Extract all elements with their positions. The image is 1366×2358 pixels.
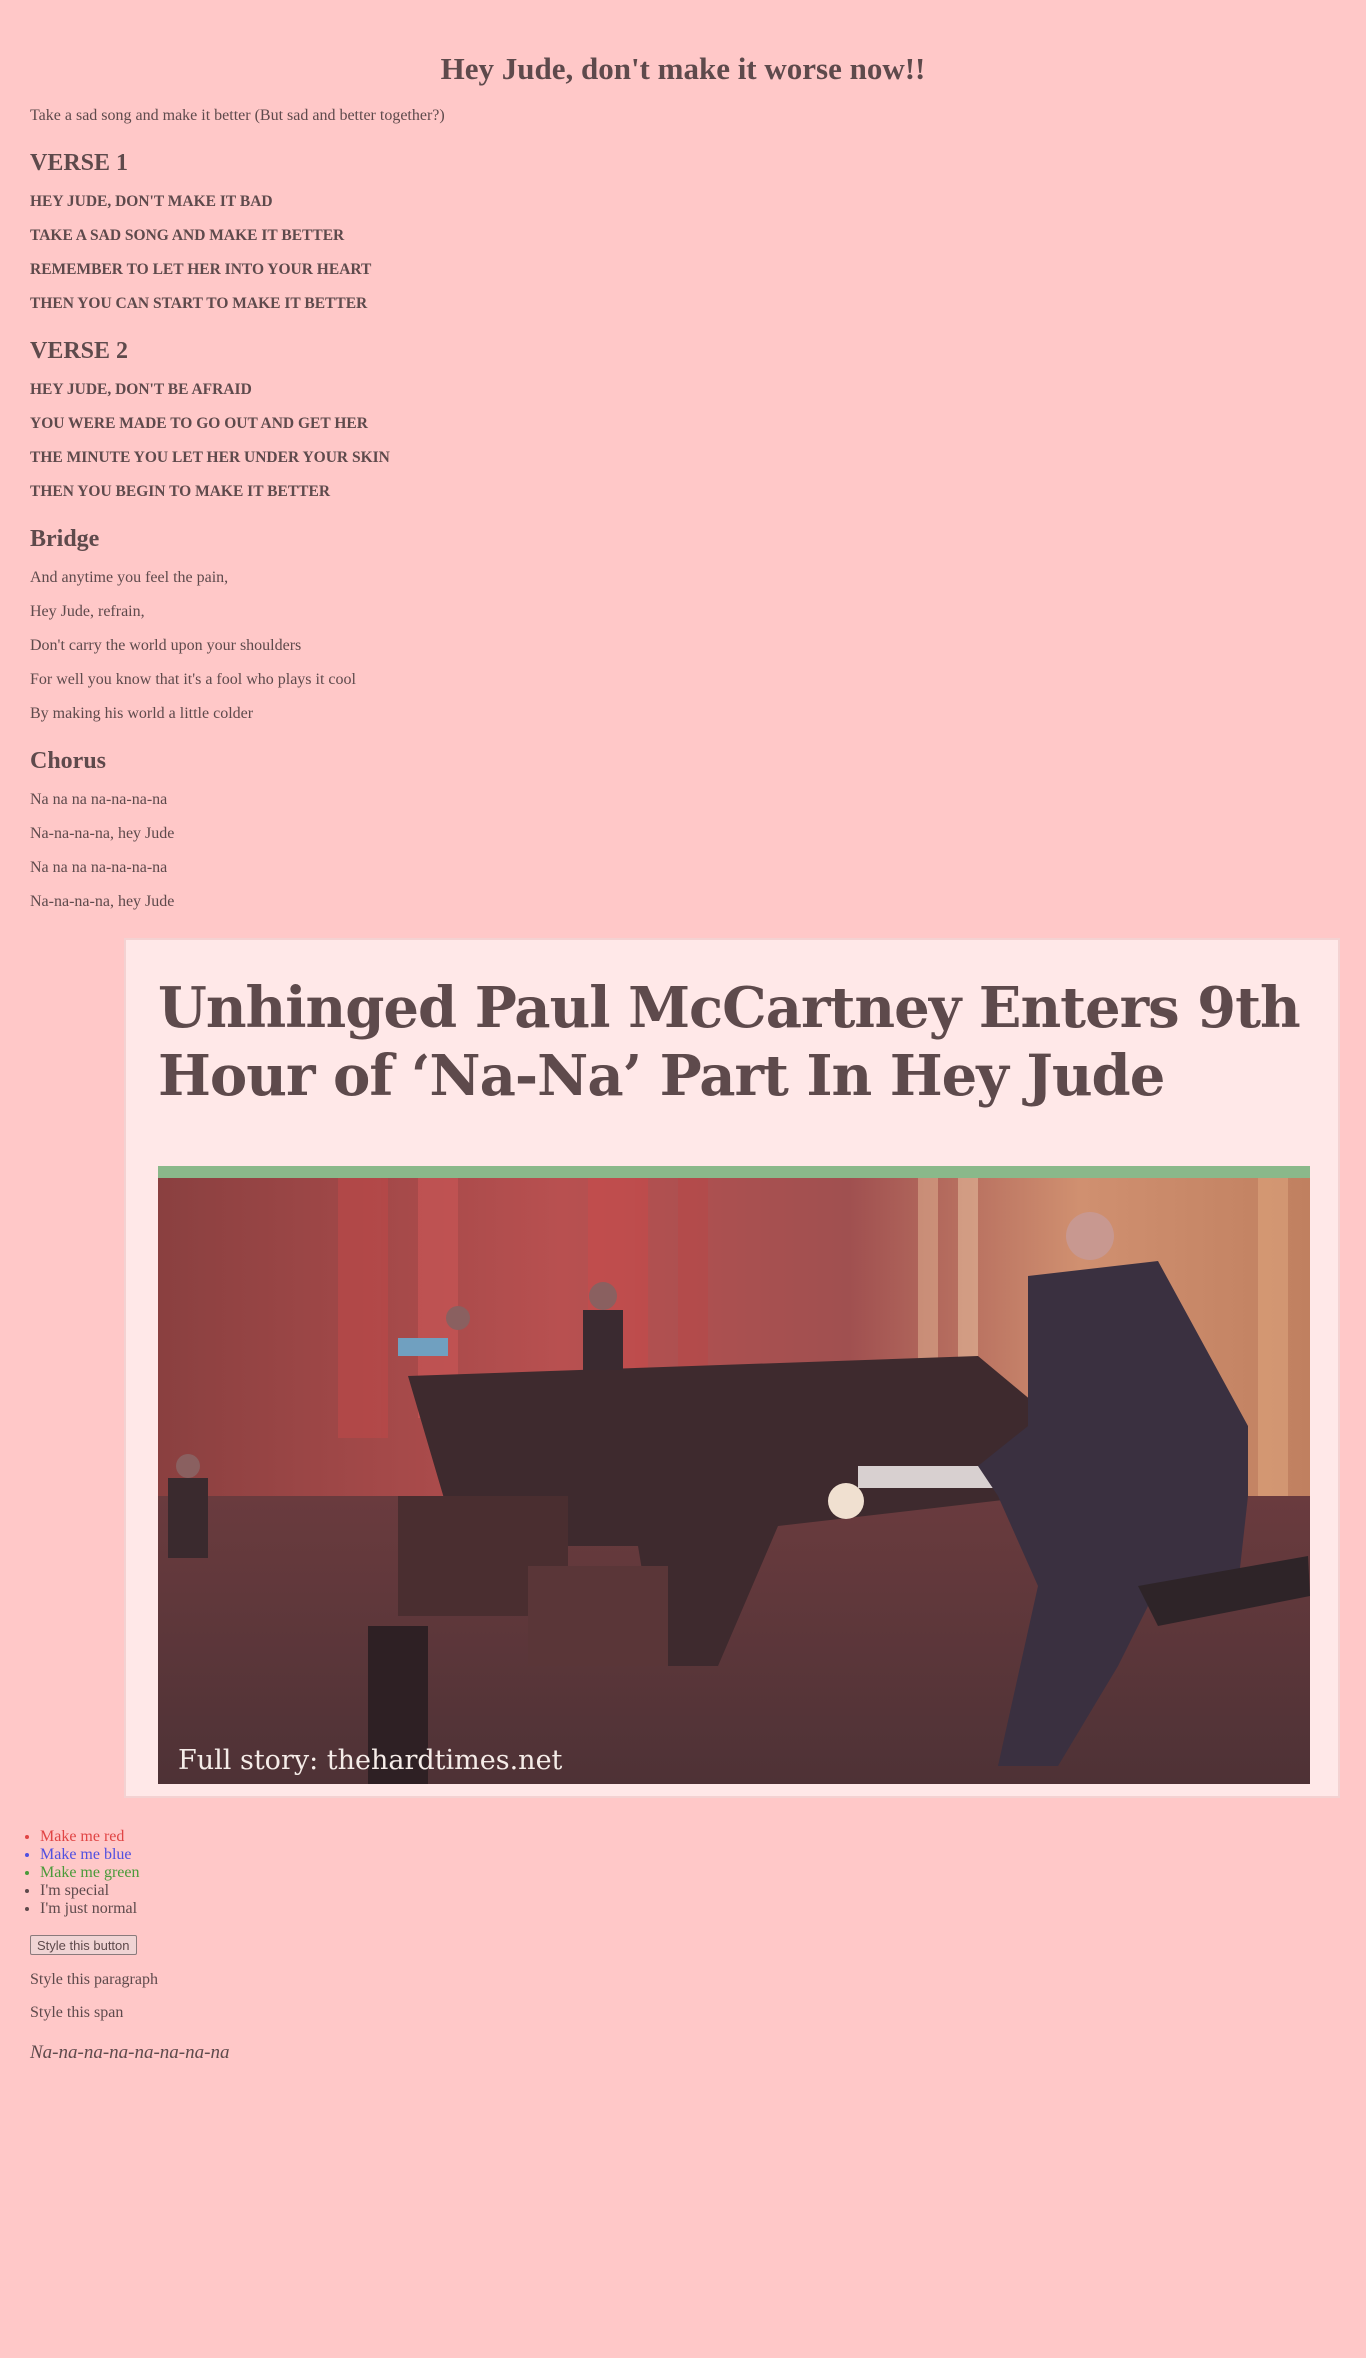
lyric-line: HEY JUDE, DON'T BE AFRAID xyxy=(30,381,252,398)
list-item-green: Make me green xyxy=(40,1864,140,1882)
style-paragraph: Style this paragraph xyxy=(30,1971,158,1988)
lyric-line: TAKE A SAD SONG AND MAKE IT BETTER xyxy=(30,227,345,244)
lyric-line: Na-na-na-na, hey Jude xyxy=(30,825,175,842)
nana-italic-text: Na-na-na-na-na-na-na-na xyxy=(30,2042,230,2063)
lyric-line: Don't carry the world upon your shoulder… xyxy=(30,637,302,654)
lyric-line: Na-na-na-na, hey Jude xyxy=(30,893,175,910)
photo-top-bar xyxy=(158,1166,1310,1178)
lyrics-page: Hey Jude, don't make it worse now!! Take… xyxy=(30,0,1336,912)
verse1-heading: VERSE 1 xyxy=(30,150,129,176)
list-item-red: Make me red xyxy=(40,1828,140,1846)
lyric-line: REMEMBER TO LET HER INTO YOUR HEART xyxy=(30,261,372,278)
article-card[interactable]: Unhinged Paul McCartney Enters 9th Hour … xyxy=(124,938,1340,1798)
chorus-heading: Chorus xyxy=(30,748,107,774)
style-this-button[interactable]: Style this button xyxy=(30,1935,137,1955)
lyric-line: THEN YOU BEGIN TO MAKE IT BETTER xyxy=(30,483,331,500)
concert-photo-image xyxy=(158,1178,1310,1784)
style-span: Style this span xyxy=(30,2004,124,2021)
lyric-line: By making his world a little colder xyxy=(30,705,254,722)
photo-caption[interactable]: Full story: thehardtimes.net xyxy=(178,1745,562,1776)
list-item-normal: I'm just normal xyxy=(40,1900,140,1918)
lyric-line: THEN YOU CAN START TO MAKE IT BETTER xyxy=(30,295,368,312)
styled-list: Make me red Make me blue Make me green I… xyxy=(20,1828,140,1918)
page-title: Hey Jude, don't make it worse now!! xyxy=(440,51,926,86)
lyric-line: And anytime you feel the pain, xyxy=(30,569,229,586)
lyric-line: Hey Jude, refrain, xyxy=(30,603,145,620)
bridge-heading: Bridge xyxy=(30,526,100,552)
intro-text: Take a sad song and make it better (But … xyxy=(30,107,445,124)
article-photo[interactable]: Full story: thehardtimes.net xyxy=(158,1166,1310,1784)
article-headline[interactable]: Unhinged Paul McCartney Enters 9th Hour … xyxy=(158,974,1308,1110)
lyric-line: For well you know that it's a fool who p… xyxy=(30,671,356,688)
lyric-line: Na na na na-na-na-na xyxy=(30,791,168,808)
lyric-line: Na na na na-na-na-na xyxy=(30,859,168,876)
lyric-line: YOU WERE MADE TO GO OUT AND GET HER xyxy=(30,415,368,432)
lyric-line: THE MINUTE YOU LET HER UNDER YOUR SKIN xyxy=(30,449,390,466)
lyric-line: HEY JUDE, DON'T MAKE IT BAD xyxy=(30,193,273,210)
list-item-special: I'm special xyxy=(40,1882,140,1900)
verse2-heading: VERSE 2 xyxy=(30,338,129,364)
list-item-blue: Make me blue xyxy=(40,1846,140,1864)
